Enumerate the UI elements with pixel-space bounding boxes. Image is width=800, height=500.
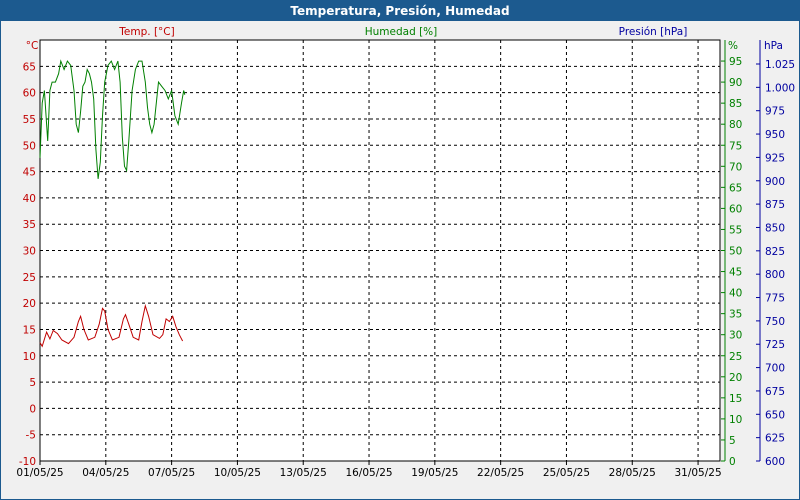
pressure-tick-label: 825: [765, 246, 785, 258]
temp-tick-label: 5: [29, 377, 36, 389]
temp-tick-label: 55: [23, 114, 36, 126]
x-tick-label: 16/05/25: [345, 467, 392, 479]
humidity-tick-label: 80: [729, 119, 742, 131]
humidity-tick-label: 75: [729, 140, 742, 152]
pressure-tick-label: 750: [765, 316, 785, 328]
temp-tick-label: 20: [23, 298, 36, 310]
humidity-tick-label: 65: [729, 182, 742, 194]
pressure-tick-label: 1.000: [765, 82, 795, 94]
temp-tick-label: 30: [23, 246, 36, 258]
x-tick-label: 10/05/25: [214, 467, 261, 479]
pressure-tick-label: 600: [765, 456, 785, 468]
humidity-tick-label: 55: [729, 224, 742, 236]
chart: 01/05/25 04/05/25 07/05/25 10/05/25 13/05/25…: [16, 26, 795, 479]
humidity-tick-label: 95: [729, 56, 742, 68]
humidity-tick-label: 45: [729, 267, 742, 279]
humidity-tick-label: 40: [729, 288, 742, 300]
x-tick-label: 19/05/25: [411, 467, 458, 479]
temp-tick-label: 40: [23, 193, 36, 205]
temp-tick-label: 25: [23, 272, 36, 284]
temp-tick-label: 15: [23, 324, 36, 336]
temp-tick-label: 0: [29, 403, 36, 415]
pressure-tick-label: 775: [765, 293, 785, 305]
temp-tick-label: 10: [23, 351, 36, 363]
pressure-tick-label: 675: [765, 386, 785, 398]
humidity-tick-label: 10: [729, 414, 742, 426]
temp-unit-label: °C: [26, 40, 39, 52]
x-tick-label: 28/05/25: [609, 467, 656, 479]
pressure-tick-label: 800: [765, 269, 785, 281]
x-tick-label: 13/05/25: [280, 467, 327, 479]
humidity-axis-title: Humedad [%]: [365, 26, 438, 38]
humidity-tick-label: 5: [729, 435, 736, 447]
x-tick-label: 07/05/25: [148, 467, 195, 479]
pressure-tick-label: 850: [765, 222, 785, 234]
pressure-tick-label: 975: [765, 106, 785, 118]
pressure-tick-label: 650: [765, 409, 785, 421]
pressure-tick-label: 950: [765, 129, 785, 141]
temp-tick-label: -10: [19, 456, 36, 468]
pressure-tick-label: 900: [765, 176, 785, 188]
temp-tick-label: 35: [23, 219, 36, 231]
pressure-tick-label: 725: [765, 339, 785, 351]
humidity-tick-label: 90: [729, 77, 742, 89]
temp-tick-label: 45: [23, 167, 36, 179]
humidity-tick-label: 25: [729, 351, 742, 363]
x-tick-label: 25/05/25: [543, 467, 590, 479]
pressure-tick-label: 1.025: [765, 59, 795, 71]
pressure-axis-title: Presión [hPa]: [619, 26, 688, 38]
humidity-tick-label: 70: [729, 161, 742, 173]
humidity-tick-label: 15: [729, 393, 742, 405]
humidity-tick-label: 60: [729, 203, 742, 215]
humidity-tick-label: 85: [729, 98, 742, 110]
temp-tick-label: 65: [23, 61, 36, 73]
temp-axis-title: Temp. [°C]: [118, 26, 174, 38]
temp-tick-label: 50: [23, 140, 36, 152]
humidity-tick-label: 30: [729, 330, 742, 342]
pressure-unit-label: hPa: [764, 40, 783, 52]
pressure-tick-label: 700: [765, 363, 785, 375]
humidity-unit-label: %: [728, 40, 738, 52]
pressure-tick-label: 925: [765, 152, 785, 164]
humidity-tick-label: 0: [729, 456, 736, 468]
temp-tick-label: -5: [26, 430, 36, 442]
humidity-tick-label: 50: [729, 246, 742, 258]
x-tick-label: 31/05/25: [674, 467, 721, 479]
humidity-tick-label: 35: [729, 309, 742, 321]
x-tick-label: 04/05/25: [82, 467, 129, 479]
x-tick-label: 01/05/25: [16, 467, 63, 479]
temp-tick-label: 60: [23, 88, 36, 100]
humidity-tick-label: 20: [729, 372, 742, 384]
pressure-tick-label: 875: [765, 199, 785, 211]
x-tick-label: 22/05/25: [477, 467, 524, 479]
pressure-tick-label: 625: [765, 433, 785, 445]
